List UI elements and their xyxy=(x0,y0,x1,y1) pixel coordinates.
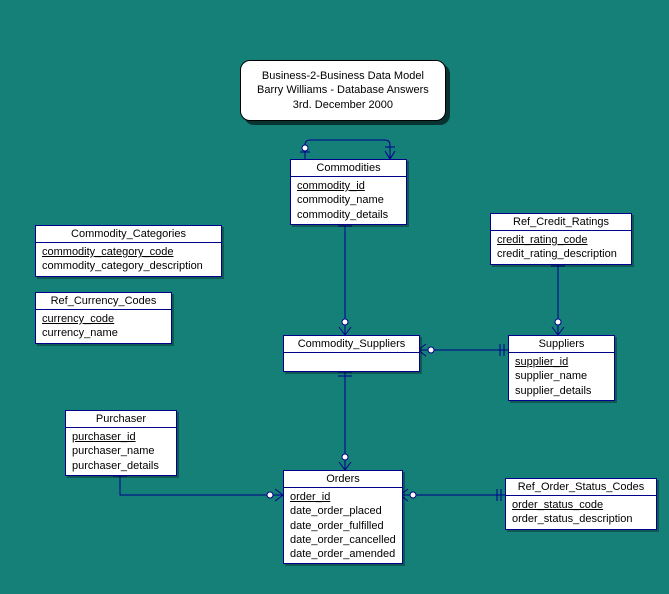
attr: commodity_name xyxy=(297,193,400,207)
entity-body: supplier_id supplier_name supplier_detai… xyxy=(509,353,614,400)
title-line3: 3rd. December 2000 xyxy=(257,98,429,112)
entity-commodity-categories: Commodity_Categories commodity_category_… xyxy=(35,225,222,277)
attr: currency_name xyxy=(42,326,165,340)
attr: supplier_name xyxy=(515,369,608,383)
entity-commodities: Commodities commodity_id commodity_name … xyxy=(290,159,407,225)
entity-commodity-suppliers: Commodity_Suppliers xyxy=(283,335,420,372)
attr: purchaser_details xyxy=(72,459,170,473)
attr: commodity_category_description xyxy=(42,259,215,273)
title-line2: Barry Williams - Database Answers xyxy=(257,83,429,97)
attr: date_order_placed xyxy=(290,504,396,518)
attr-pk: currency_code xyxy=(42,312,165,326)
entity-header: Ref_Currency_Codes xyxy=(36,293,171,310)
entity-header: Suppliers xyxy=(509,336,614,353)
attr-pk: supplier_id xyxy=(515,355,608,369)
entity-header: Ref_Order_Status_Codes xyxy=(506,479,656,496)
diagram-title: Business-2-Business Data Model Barry Wil… xyxy=(240,60,446,121)
entity-header: Commodity_Categories xyxy=(36,226,221,243)
entity-body: order_status_code order_status_descripti… xyxy=(506,496,656,529)
entity-header: Orders xyxy=(284,471,402,488)
entity-header: Commodity_Suppliers xyxy=(284,336,419,353)
attr: supplier_details xyxy=(515,384,608,398)
attr-pk: order_id xyxy=(290,490,396,504)
entity-body xyxy=(284,353,419,371)
entity-suppliers: Suppliers supplier_id supplier_name supp… xyxy=(508,335,615,401)
attr: order_status_description xyxy=(512,512,650,526)
attr: date_order_amended xyxy=(290,547,396,561)
attr: date_order_fulfilled xyxy=(290,519,396,533)
attr: credit_rating_description xyxy=(497,247,625,261)
entity-body: credit_rating_code credit_rating_descrip… xyxy=(491,231,631,264)
attr-pk: order_status_code xyxy=(512,498,650,512)
attr: commodity_details xyxy=(297,208,400,222)
entity-body: commodity_id commodity_name commodity_de… xyxy=(291,177,406,224)
entity-ref-credit-ratings: Ref_Credit_Ratings credit_rating_code cr… xyxy=(490,213,632,265)
entity-body: currency_code currency_name xyxy=(36,310,171,343)
entity-header: Commodities xyxy=(291,160,406,177)
entity-body: order_id date_order_placed date_order_fu… xyxy=(284,488,402,563)
entity-body: purchaser_id purchaser_name purchaser_de… xyxy=(66,428,176,475)
attr-pk: credit_rating_code xyxy=(497,233,625,247)
title-line1: Business-2-Business Data Model xyxy=(257,69,429,83)
attr-pk: purchaser_id xyxy=(72,430,170,444)
attr: date_order_cancelled xyxy=(290,533,396,547)
attr: purchaser_name xyxy=(72,444,170,458)
attr-pk: commodity_category_code xyxy=(42,245,215,259)
attr-pk: commodity_id xyxy=(297,179,400,193)
entity-ref-order-status-codes: Ref_Order_Status_Codes order_status_code… xyxy=(505,478,657,530)
entity-orders: Orders order_id date_order_placed date_o… xyxy=(283,470,403,564)
entity-purchaser: Purchaser purchaser_id purchaser_name pu… xyxy=(65,410,177,476)
entity-header: Ref_Credit_Ratings xyxy=(491,214,631,231)
entity-ref-currency-codes: Ref_Currency_Codes currency_code currenc… xyxy=(35,292,172,344)
entity-header: Purchaser xyxy=(66,411,176,428)
entity-body: commodity_category_code commodity_catego… xyxy=(36,243,221,276)
